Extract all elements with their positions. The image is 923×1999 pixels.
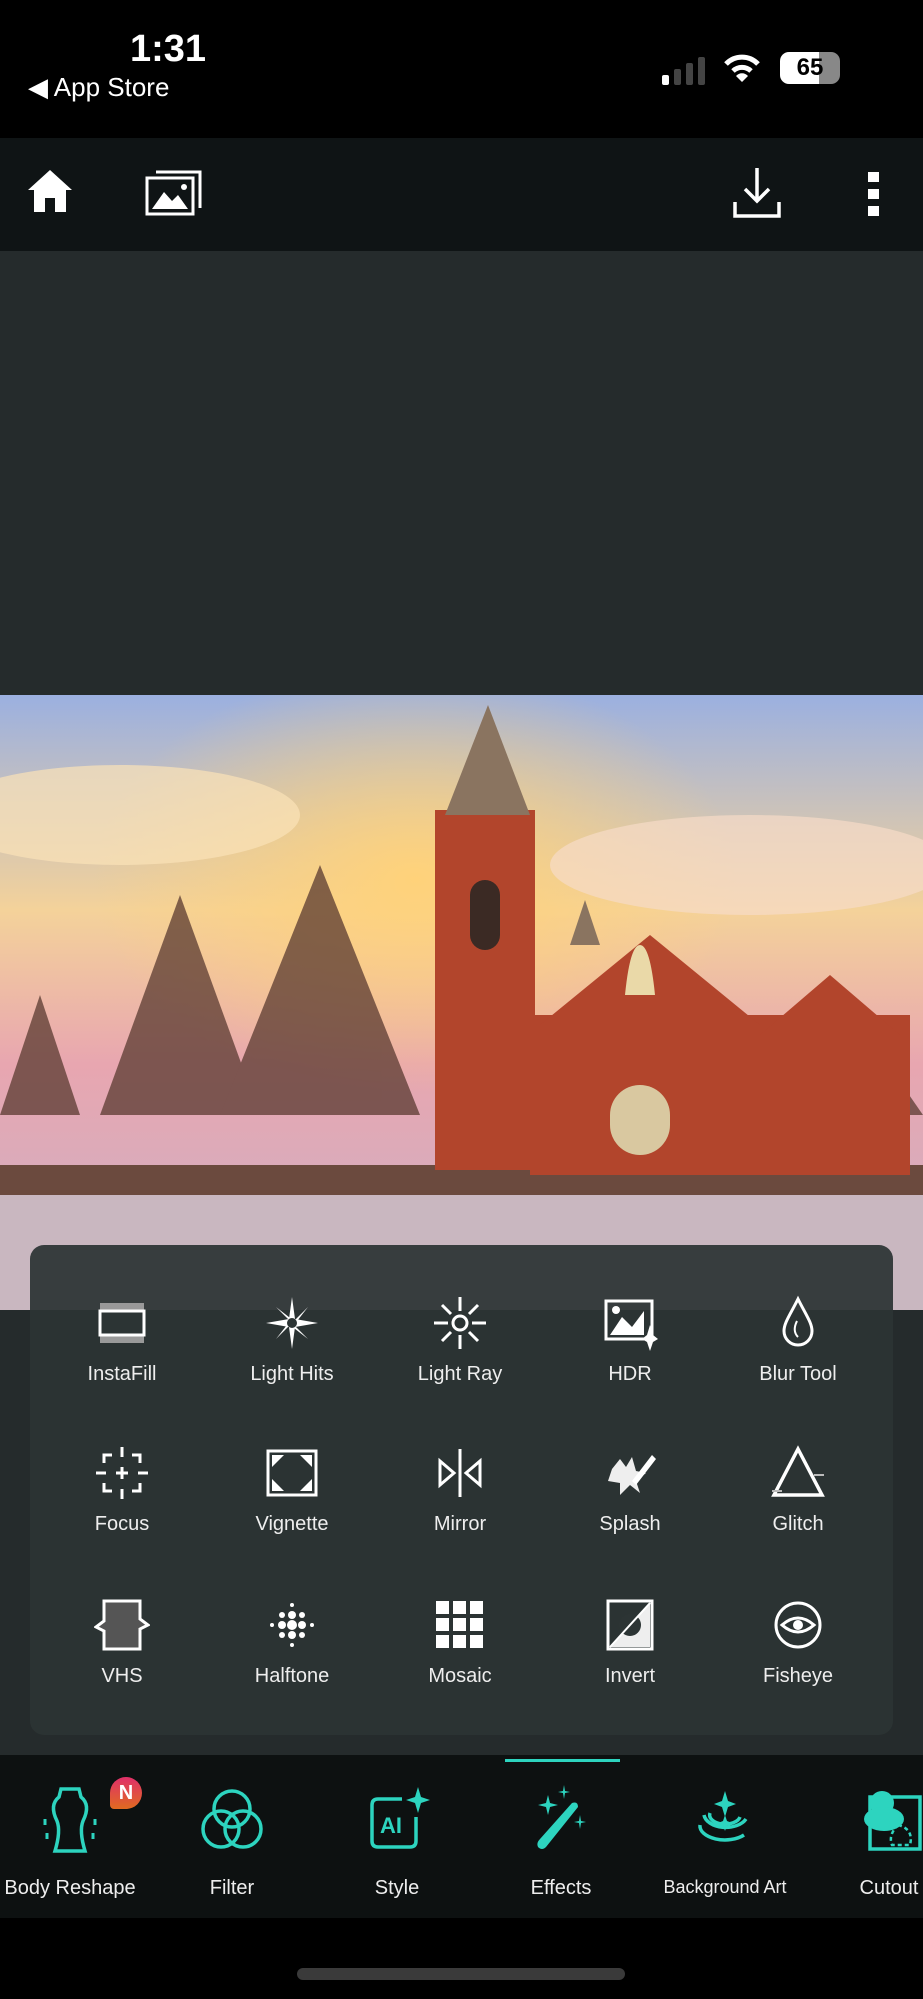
vhs-icon: [94, 1599, 150, 1651]
nav-filter[interactable]: Filter: [152, 1785, 312, 1900]
focus-icon: [96, 1447, 148, 1499]
clock: 1:31: [130, 28, 207, 70]
effect-label: HDR: [608, 1363, 652, 1385]
effect-label: Invert: [604, 1665, 656, 1687]
battery-level: 65: [796, 54, 824, 81]
effect-label: Vignette: [255, 1513, 329, 1535]
nav-label: Filter: [209, 1877, 255, 1899]
effect-label: Focus: [94, 1513, 150, 1535]
home-indicator[interactable]: [297, 1968, 625, 1980]
svg-text:AI: AI: [380, 1813, 402, 1838]
ai-style-icon: AI: [370, 1787, 430, 1849]
more-icon[interactable]: [864, 170, 884, 218]
back-to-app-store[interactable]: ◀ App Store: [28, 72, 169, 103]
effect-focus[interactable]: Focus: [42, 1445, 202, 1555]
fisheye-icon: [774, 1601, 822, 1649]
nav-label: Background Art: [663, 1877, 787, 1897]
effect-label: Mosaic: [428, 1665, 492, 1687]
effect-splash[interactable]: Splash: [550, 1445, 710, 1555]
instafill-icon: [98, 1303, 146, 1343]
splash-icon: [608, 1455, 656, 1495]
invert-icon: [606, 1599, 654, 1651]
home-icon[interactable]: [26, 168, 74, 214]
glitch-icon: [771, 1445, 825, 1497]
effect-label: Glitch: [772, 1513, 824, 1535]
magic-wand-icon: [537, 1785, 586, 1849]
new-badge: N: [110, 1777, 142, 1809]
nav-label: Style: [374, 1877, 420, 1899]
effect-fisheye[interactable]: Fisheye: [718, 1597, 878, 1707]
effect-label: VHS: [101, 1665, 143, 1687]
halftone-icon: [270, 1603, 314, 1647]
light-hits-icon: [266, 1297, 318, 1349]
nav-label: Cutout: [859, 1877, 919, 1899]
nav-cutout[interactable]: Cutout: [809, 1785, 923, 1900]
effects-panel: InstaFill Light Hits Light Ray HDR Blur …: [30, 1245, 893, 1735]
filter-icon: [201, 1789, 263, 1849]
badge-text: N: [118, 1782, 134, 1804]
effect-mirror[interactable]: Mirror: [380, 1445, 540, 1555]
effect-blur-tool[interactable]: Blur Tool: [718, 1295, 878, 1405]
effect-label: Halftone: [254, 1665, 330, 1687]
effect-label: Fisheye: [762, 1665, 834, 1687]
mosaic-icon: [436, 1601, 483, 1648]
gallery-icon[interactable]: [144, 168, 204, 218]
effect-glitch[interactable]: Glitch: [718, 1445, 878, 1555]
nav-background-art[interactable]: Background Art: [645, 1785, 805, 1898]
active-tab-indicator: [505, 1759, 620, 1762]
photo-preview[interactable]: [0, 695, 923, 1310]
back-label: App Store: [53, 72, 170, 102]
nav-effects[interactable]: Effects: [481, 1785, 641, 1900]
effect-light-hits[interactable]: Light Hits: [212, 1295, 372, 1405]
download-icon[interactable]: [732, 166, 782, 220]
effect-vignette[interactable]: Vignette: [212, 1445, 372, 1555]
cutout-icon: [864, 1791, 922, 1851]
mirror-icon: [438, 1449, 482, 1497]
vignette-icon: [266, 1449, 318, 1497]
effect-label: Blur Tool: [759, 1363, 837, 1385]
wifi-icon: [724, 54, 760, 82]
effect-halftone[interactable]: Halftone: [212, 1597, 372, 1707]
body-reshape-icon: [43, 1787, 97, 1853]
top-toolbar: [0, 138, 923, 251]
effect-label: Light Hits: [250, 1363, 334, 1385]
battery-indicator: 65: [780, 52, 840, 84]
light-ray-icon: [434, 1297, 486, 1349]
effect-label: Splash: [599, 1513, 661, 1535]
nav-style[interactable]: AI Style: [317, 1785, 477, 1900]
status-bar: 1:31 ◀ App Store 65: [0, 0, 923, 138]
effect-vhs[interactable]: VHS: [42, 1597, 202, 1707]
background-art-icon: [698, 1791, 748, 1842]
effect-mosaic[interactable]: Mosaic: [380, 1597, 540, 1707]
effect-label: Light Ray: [417, 1363, 503, 1385]
effect-label: InstaFill: [87, 1363, 157, 1385]
effect-label: Mirror: [433, 1513, 487, 1535]
signal-icon: [662, 57, 705, 85]
bottom-tool-nav: Body Reshape N Filter AI Style Effects B…: [0, 1755, 923, 1918]
nav-label: Body Reshape: [4, 1877, 136, 1899]
effect-instafill[interactable]: InstaFill: [42, 1295, 202, 1405]
nav-label: Effects: [530, 1877, 592, 1899]
effect-light-ray[interactable]: Light Ray: [380, 1295, 540, 1405]
blur-drop-icon: [782, 1295, 814, 1347]
hdr-icon: [604, 1299, 658, 1351]
effect-hdr[interactable]: HDR: [550, 1295, 710, 1405]
effect-invert[interactable]: Invert: [550, 1597, 710, 1707]
